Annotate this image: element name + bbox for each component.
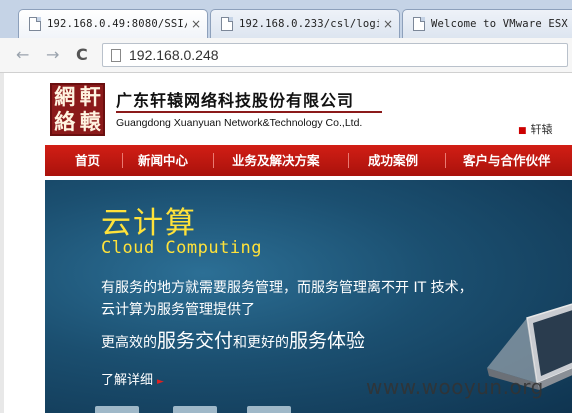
menu-item-partners[interactable]: 客户与合作伙伴 — [463, 145, 551, 176]
menu-item-cases[interactable]: 成功案例 — [368, 145, 418, 176]
tab-2[interactable]: 192.168.0.233/csl/login × — [210, 9, 400, 38]
banner-title-en: Cloud Computing — [101, 238, 263, 258]
company-name-en: Guangdong Xuanyuan Network&Technology Co… — [116, 117, 363, 129]
menu-separator — [348, 153, 349, 168]
top-link-label: 轩辕 — [530, 123, 553, 136]
logo-char: 絡 — [54, 108, 76, 134]
menu-item-home[interactable]: 首页 — [75, 145, 100, 176]
divider — [116, 111, 382, 113]
tab-title: 192.168.0.49:8080/SSI/i — [47, 18, 187, 30]
logo-char: 轅 — [79, 108, 101, 134]
page-gutter — [0, 73, 4, 413]
banner-title-cn: 云计算 — [101, 206, 197, 241]
menu-separator — [445, 153, 446, 168]
close-icon[interactable]: × — [191, 17, 201, 31]
back-button[interactable]: ← — [16, 45, 29, 65]
address-text: 192.168.0.248 — [129, 47, 219, 63]
banner-highlight: 服务体验 — [289, 330, 366, 352]
thumbnail[interactable] — [95, 406, 139, 413]
tab-title: Welcome to VMware ESX — [431, 18, 568, 30]
banner-text-line: 更高效的服务交付和更好的服务体验 — [101, 326, 365, 353]
watermark: www.wooyun.org — [366, 375, 544, 399]
forward-button[interactable]: → — [46, 45, 59, 65]
logo-char: 軒 — [79, 84, 101, 109]
address-bar[interactable]: 192.168.0.248 — [102, 43, 568, 67]
reload-button[interactable]: C — [76, 45, 88, 65]
bullet-icon: ■ — [518, 126, 527, 136]
page-icon — [221, 17, 233, 31]
page-icon — [413, 17, 425, 31]
banner-text: 和更好的 — [233, 335, 290, 351]
web-page: 網 軒 絡 轅 广东轩辕网络科技股份有限公司 Guangdong Xuanyua… — [0, 73, 572, 413]
menu-item-solutions[interactable]: 业务及解决方案 — [232, 145, 320, 176]
banner-highlight: 服务交付 — [157, 330, 234, 352]
top-link[interactable]: ■ 轩辕 — [518, 121, 553, 137]
tab-3[interactable]: Welcome to VMware ESX — [402, 9, 572, 38]
page-icon — [29, 17, 41, 31]
banner-text: 更高效的 — [101, 335, 157, 351]
menu-separator — [213, 153, 214, 168]
arrow-right-icon: ► — [157, 377, 164, 387]
menu-item-news[interactable]: 新闻中心 — [138, 145, 188, 176]
banner-text-line: 云计算为服务管理提供了 — [101, 302, 255, 318]
learn-more-link[interactable]: 了解详细 ► — [101, 369, 164, 388]
tab-1[interactable]: 192.168.0.49:8080/SSI/i × — [18, 9, 208, 38]
page-icon — [111, 48, 121, 62]
menu-separator — [122, 153, 123, 168]
thumbnail[interactable] — [247, 406, 291, 413]
company-logo[interactable]: 網 軒 絡 轅 — [50, 83, 105, 136]
close-icon[interactable]: × — [383, 17, 393, 31]
learn-more-label: 了解详细 — [101, 373, 154, 388]
browser-toolbar: ← → C 192.168.0.248 — [0, 38, 572, 73]
logo-char: 網 — [54, 84, 76, 109]
company-name-cn: 广东轩辕网络科技股份有限公司 — [116, 91, 355, 110]
banner-text-line: 有服务的地方就需要服务管理，而服务管理离不开 IT 技术， — [101, 280, 473, 296]
banner-thumbnails — [95, 406, 335, 413]
main-menu: 首页 新闻中心 业务及解决方案 成功案例 客户与合作伙伴 — [45, 145, 572, 176]
tab-strip: 192.168.0.49:8080/SSI/i × 192.168.0.233/… — [0, 0, 572, 38]
thumbnail[interactable] — [173, 406, 217, 413]
tab-title: 192.168.0.233/csl/login — [239, 18, 379, 30]
